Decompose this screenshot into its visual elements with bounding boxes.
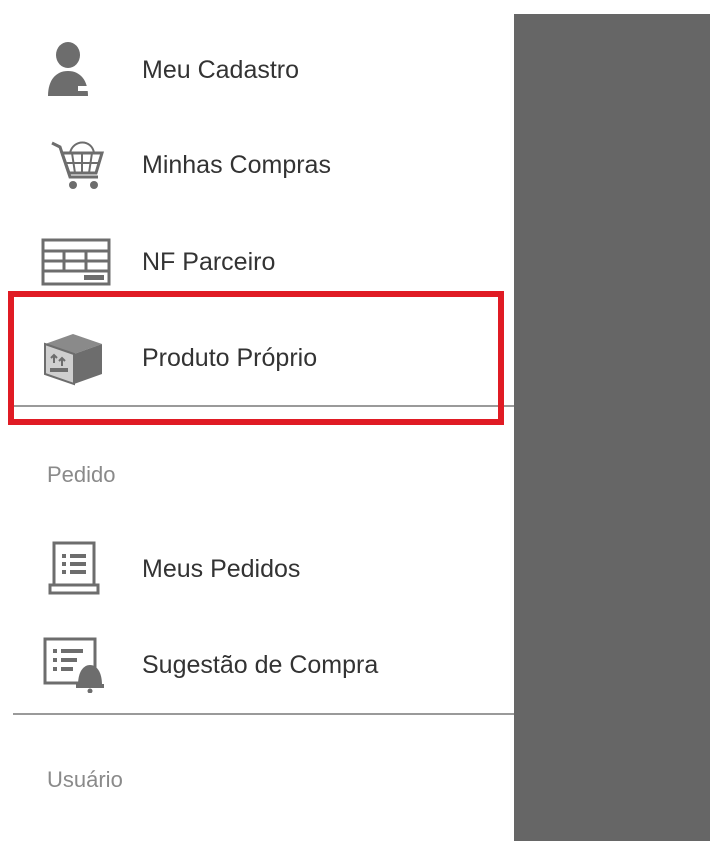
menu-item-minhas-compras[interactable]: Minhas Compras <box>0 117 514 213</box>
section-header-pedido: Pedido <box>47 462 116 487</box>
menu-item-produto-proprio[interactable]: Produto Próprio <box>0 310 514 406</box>
section-header-usuario: Usuário <box>47 767 123 792</box>
shopping-cart-icon <box>40 137 112 193</box>
menu-item-meu-cadastro[interactable]: Meu Cadastro <box>0 22 514 118</box>
invoice-icon <box>40 234 112 290</box>
menu-item-label: Meus Pedidos <box>142 555 301 583</box>
menu-item-label: Minhas Compras <box>142 151 331 179</box>
menu-item-label: Sugestão de Compra <box>142 651 379 679</box>
menu-item-label: NF Parceiro <box>142 248 276 276</box>
menu-item-meus-pedidos[interactable]: Meus Pedidos <box>0 521 514 617</box>
menu-item-label: Meu Cadastro <box>142 56 300 84</box>
order-list-icon <box>40 541 112 597</box>
box-icon <box>40 330 112 386</box>
drawer-scrim-overlay[interactable] <box>514 14 710 841</box>
user-icon <box>40 42 112 98</box>
menu-item-label: Produto Próprio <box>142 344 318 372</box>
menu-item-sugestao-de-compra[interactable]: Sugestão de Compra <box>0 617 514 713</box>
divider <box>13 405 514 407</box>
purchase-suggestion-icon <box>40 637 112 693</box>
menu-item-nf-parceiro[interactable]: NF Parceiro <box>0 214 514 310</box>
divider <box>13 713 514 715</box>
navigation-drawer: Meu Cadastro Minhas Compras NF Parceiro … <box>0 0 514 841</box>
